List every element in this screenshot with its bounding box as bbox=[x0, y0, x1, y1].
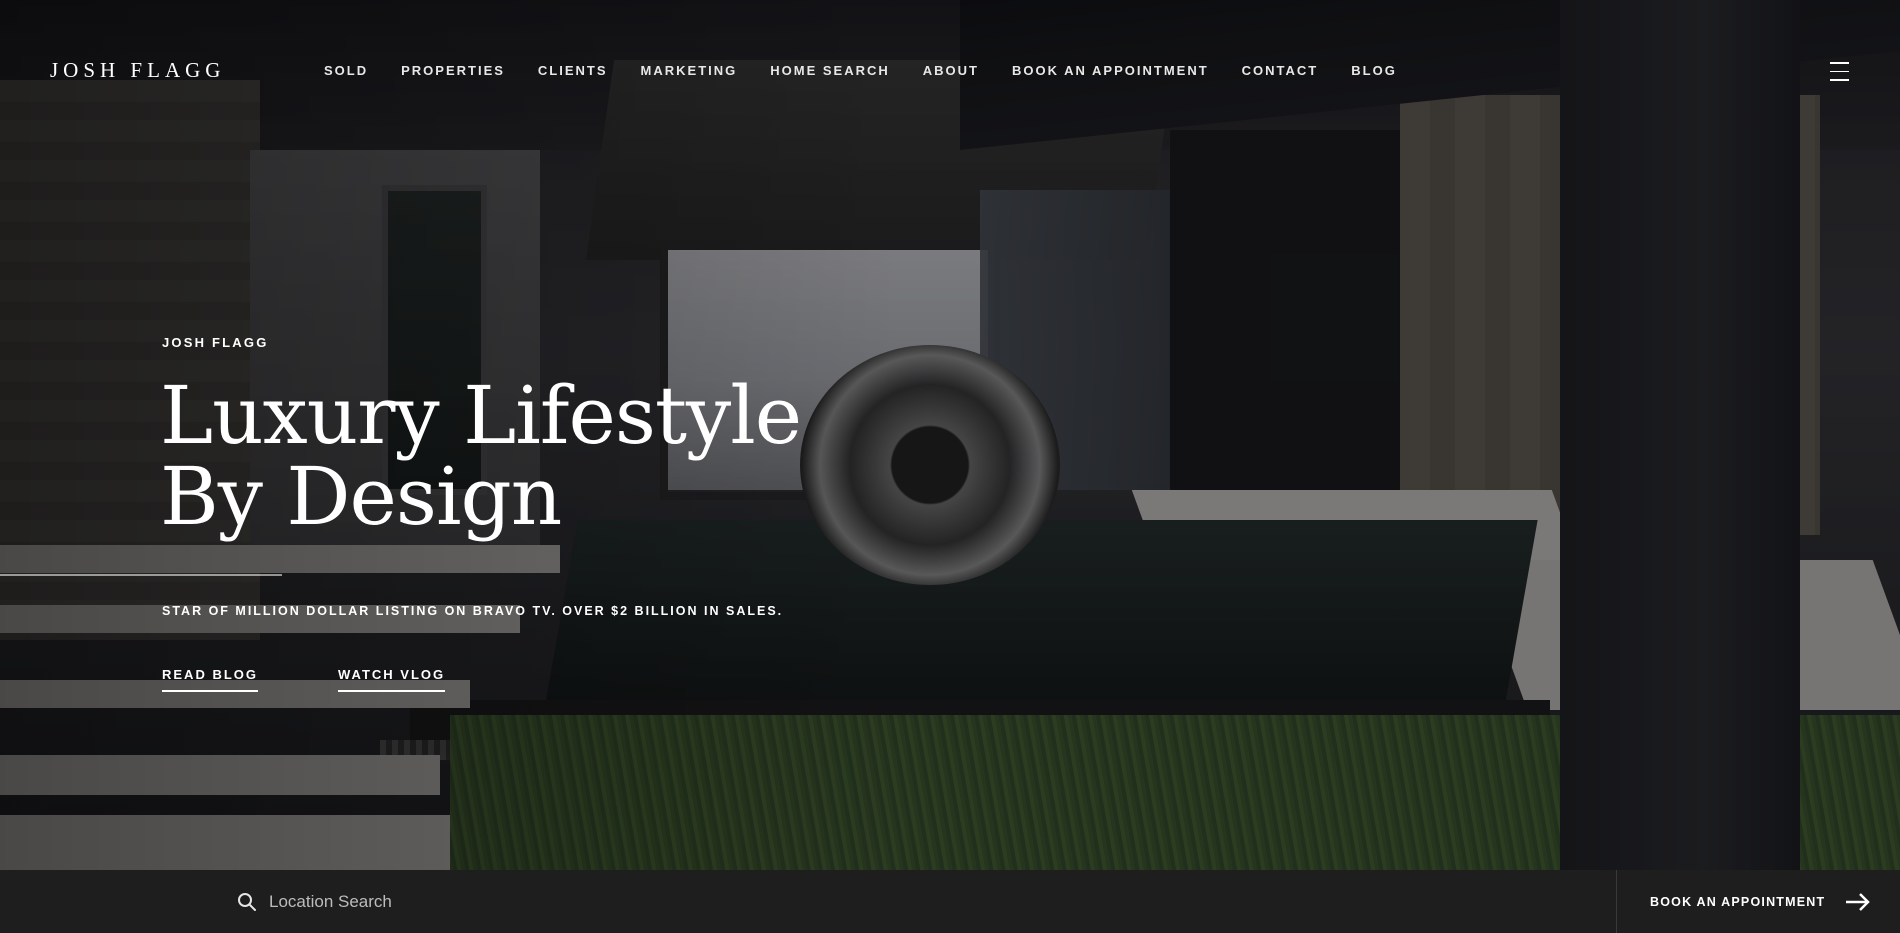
main-nav: SOLD PROPERTIES CLIENTS MARKETING HOME S… bbox=[324, 63, 1430, 78]
nav-about[interactable]: ABOUT bbox=[923, 63, 979, 78]
hero-eyebrow: JOSH FLAGG bbox=[162, 335, 269, 350]
nav-contact[interactable]: CONTACT bbox=[1242, 63, 1319, 78]
hero-tagline: STAR OF MILLION DOLLAR LISTING ON BRAVO … bbox=[162, 604, 784, 618]
location-search bbox=[237, 870, 689, 933]
bar-divider bbox=[1616, 870, 1617, 933]
nav-home-search[interactable]: HOME SEARCH bbox=[770, 63, 890, 78]
divider-line bbox=[0, 574, 282, 576]
book-appointment-label: BOOK AN APPOINTMENT bbox=[1650, 894, 1826, 909]
nav-blog[interactable]: BLOG bbox=[1351, 63, 1397, 78]
headline-line-1: Luxury Lifestyle bbox=[160, 369, 802, 462]
hamburger-icon[interactable] bbox=[1830, 62, 1849, 82]
book-appointment-button[interactable]: BOOK AN APPOINTMENT bbox=[1650, 870, 1871, 933]
search-icon bbox=[238, 892, 256, 911]
location-search-input[interactable] bbox=[269, 891, 689, 912]
arrow-right-icon bbox=[1846, 892, 1871, 911]
nav-marketing[interactable]: MARKETING bbox=[641, 63, 738, 78]
read-blog-link[interactable]: READ BLOG bbox=[162, 667, 258, 692]
hero-headline: Luxury Lifestyle By Design bbox=[160, 375, 802, 537]
nav-book-appointment[interactable]: BOOK AN APPOINTMENT bbox=[1012, 63, 1209, 78]
headline-line-2: By Design bbox=[160, 450, 562, 543]
logo[interactable]: JOSH FLAGG bbox=[50, 58, 225, 83]
nav-properties[interactable]: PROPERTIES bbox=[401, 63, 505, 78]
watch-vlog-link[interactable]: WATCH VLOG bbox=[338, 667, 446, 692]
nav-clients[interactable]: CLIENTS bbox=[538, 63, 608, 78]
bottom-bar: BOOK AN APPOINTMENT bbox=[0, 870, 1900, 933]
nav-sold[interactable]: SOLD bbox=[324, 63, 368, 78]
